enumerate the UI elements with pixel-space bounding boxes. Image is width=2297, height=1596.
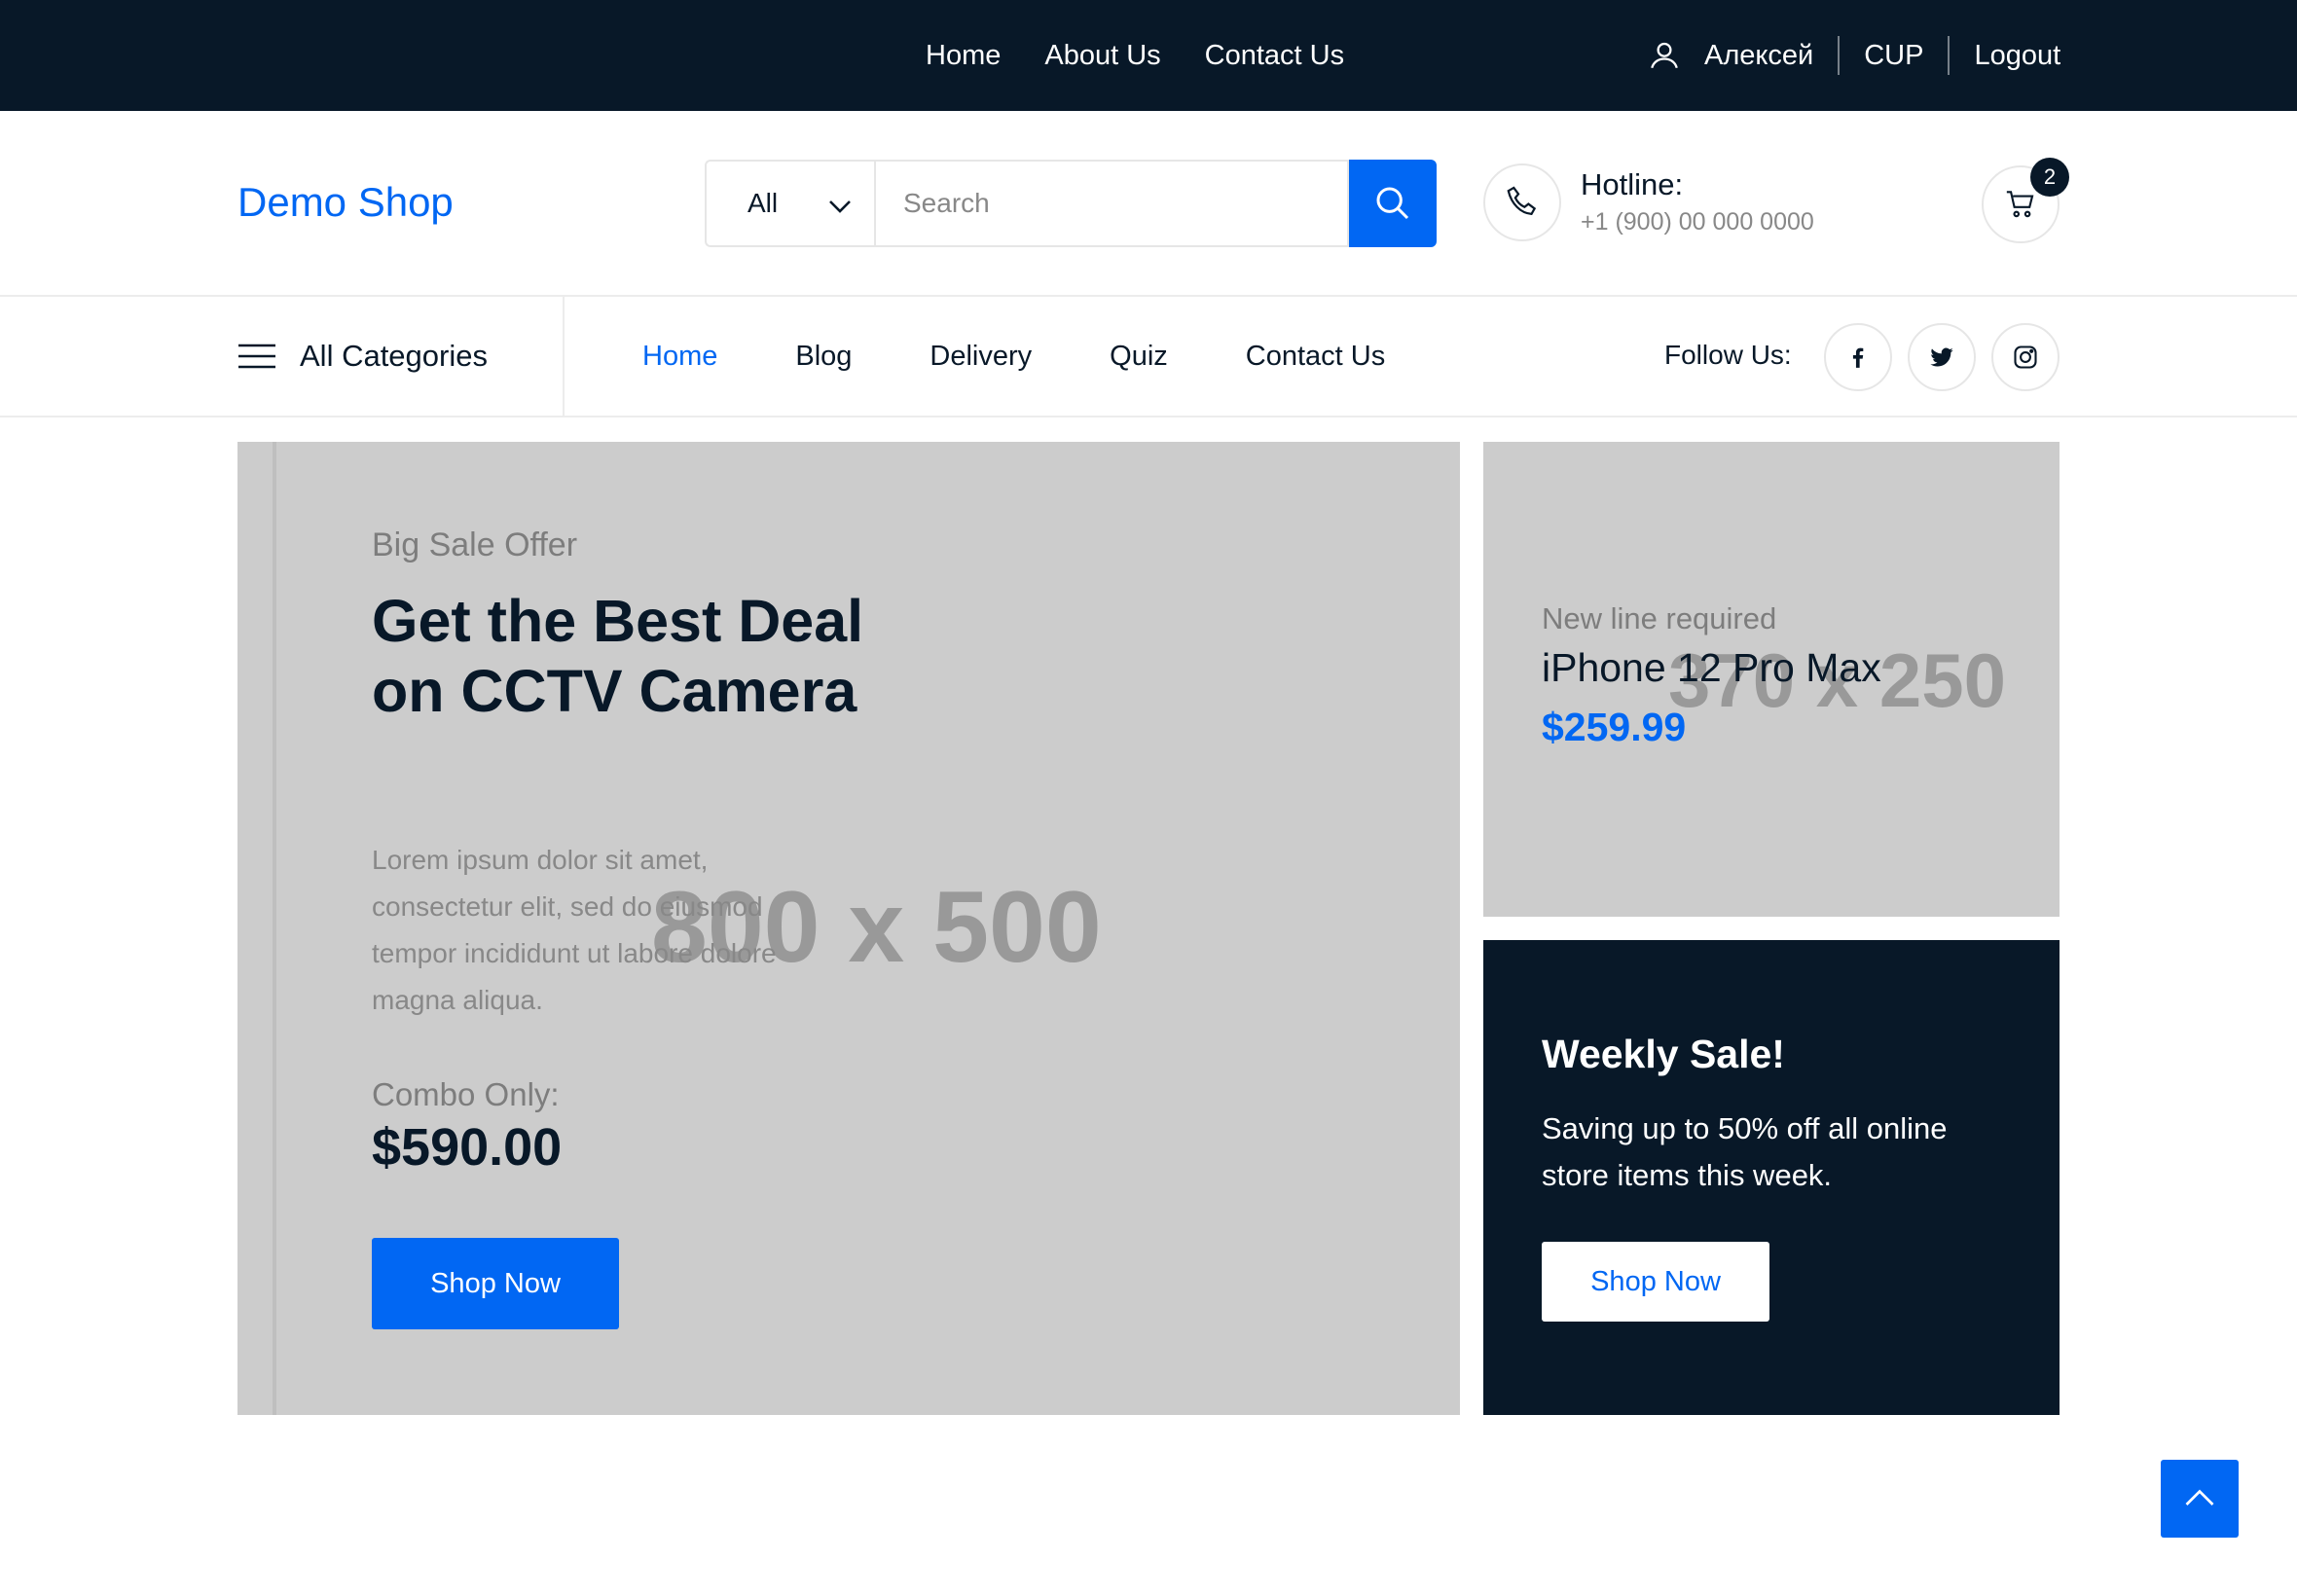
combo-label: Combo Only: <box>372 1076 560 1112</box>
hotline-number: +1 (900) 00 000 0000 <box>1581 208 1814 236</box>
promo-product-name: iPhone 12 Pro Max <box>1542 645 1881 690</box>
logo[interactable]: Demo Shop <box>237 179 454 226</box>
top-nav-home[interactable]: Home <box>926 40 1001 72</box>
logout-link[interactable]: Logout <box>1974 40 2060 72</box>
hero-price: $590.00 <box>372 1118 563 1177</box>
hero-eyebrow: Big Sale Offer <box>372 526 578 563</box>
weekly-sale-shop-now-button[interactable]: Shop Now <box>1542 1242 1769 1322</box>
instagram-link[interactable] <box>1991 323 2060 391</box>
weekly-sale-text: Saving up to 50% off all online store it… <box>1542 1111 1948 1192</box>
search-input[interactable] <box>874 160 1349 247</box>
follow-us-label: Follow Us: <box>1664 340 1792 370</box>
hero-shop-now-button[interactable]: Shop Now <box>372 1238 619 1329</box>
facebook-link[interactable] <box>1824 323 1892 391</box>
hero-description: Lorem ipsum dolor sit amet, consectetur … <box>372 845 777 1015</box>
hero-banner: 800 x 500 Big Sale Offer Get the Best De… <box>237 442 1460 1415</box>
user-menu: Алексей CUP Logout <box>1648 0 2060 111</box>
category-select[interactable]: All <box>705 160 874 247</box>
all-categories-label: All Categories <box>300 339 488 373</box>
search-button[interactable] <box>1349 160 1437 247</box>
category-select-value: All <box>747 188 779 218</box>
main-nav-delivery[interactable]: Delivery <box>930 341 1032 373</box>
top-bar: Home About Us Contact Us Алексей CUP Log… <box>0 0 2297 111</box>
all-categories-button[interactable]: All Categories <box>237 297 488 416</box>
user-name: Алексей <box>1704 39 1814 71</box>
scroll-to-top-button[interactable] <box>2161 1460 2239 1538</box>
instagram-icon <box>2014 345 2037 369</box>
promo-price: $259.99 <box>1542 705 1687 749</box>
product-promo-card[interactable]: 370 x 250 New line required iPhone 12 Pr… <box>1483 442 2060 917</box>
cup-link[interactable]: CUP <box>1864 40 1923 72</box>
category-nav: All Categories Home Blog Delivery Quiz C… <box>0 297 2297 417</box>
top-nav: Home About Us Contact Us <box>926 0 1388 111</box>
twitter-icon <box>1930 347 1953 367</box>
search-icon <box>1376 187 1409 220</box>
main-nav: Home Blog Delivery Quiz Contact Us <box>642 297 1463 416</box>
phone-icon <box>1507 186 1537 216</box>
divider <box>563 297 565 416</box>
main-nav-blog[interactable]: Blog <box>795 341 852 373</box>
header: Demo Shop All Hotline: +1 (900) 00 <box>0 111 2297 297</box>
weekly-sale-card: Weekly Sale! Saving up to 50% off all on… <box>1483 940 2060 1415</box>
search-bar: All <box>705 160 1437 247</box>
phone-icon-circle <box>1483 163 1561 241</box>
user-account[interactable]: Алексей <box>1648 39 1813 72</box>
slider-edge <box>273 442 276 1415</box>
hotline-title: Hotline: <box>1581 167 1684 201</box>
divider <box>1948 36 1951 75</box>
top-nav-about[interactable]: About Us <box>1044 40 1160 72</box>
chevron-up-icon <box>2185 1489 2214 1505</box>
cart-count-badge: 2 <box>2030 158 2069 197</box>
promo-subtitle: New line required <box>1542 601 1777 635</box>
cart-icon <box>2006 191 2034 218</box>
menu-icon <box>238 344 275 369</box>
hero-title: Get the Best Deal on CCTV Camera <box>372 588 864 724</box>
main-nav-home[interactable]: Home <box>642 341 717 373</box>
top-nav-contact[interactable]: Contact Us <box>1205 40 1344 72</box>
facebook-icon <box>1852 347 1864 368</box>
chevron-down-icon <box>829 200 851 213</box>
twitter-link[interactable] <box>1908 323 1976 391</box>
weekly-sale-title: Weekly Sale! <box>1542 1032 1785 1076</box>
main-nav-contact[interactable]: Contact Us <box>1246 341 1385 373</box>
page: Home About Us Contact Us Алексей CUP Log… <box>0 0 2297 1596</box>
main-nav-quiz[interactable]: Quiz <box>1110 341 1168 373</box>
user-icon <box>1651 42 1678 69</box>
divider <box>1838 36 1841 75</box>
